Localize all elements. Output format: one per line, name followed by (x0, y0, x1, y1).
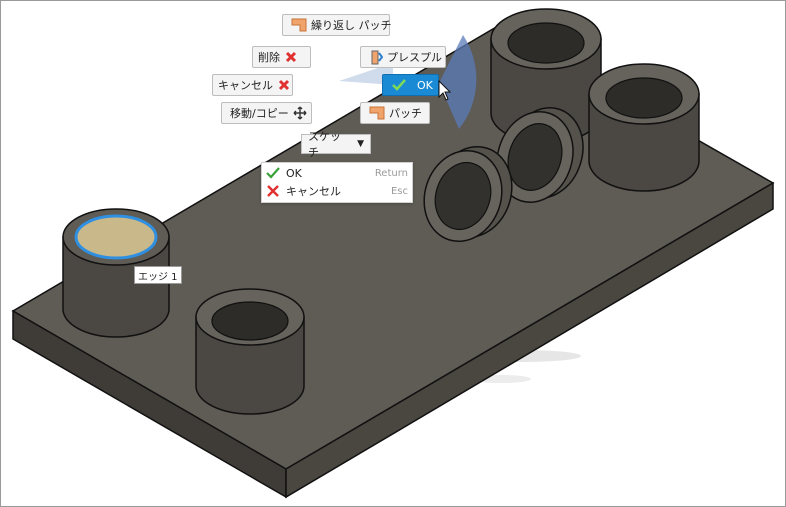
shortcut-cancel-label: キャンセル (286, 185, 341, 198)
delete-button[interactable]: 削除 (252, 46, 311, 68)
move-icon (293, 106, 307, 120)
checkmark-icon (266, 167, 280, 179)
selected-face[interactable] (74, 214, 158, 260)
press-pull-button[interactable]: プレスプル (360, 46, 446, 68)
cancel-label: キャンセル (218, 79, 273, 92)
caret-down-icon: ▼ (357, 139, 364, 149)
sketch-dropdown-label: スケッチ (308, 130, 341, 159)
close-icon (277, 78, 291, 92)
sketch-dropdown[interactable]: スケッチ ▼ (301, 130, 371, 159)
shortcut-ok[interactable]: OK Return (262, 164, 412, 182)
close-icon (266, 185, 280, 197)
shortcut-cancel-key: Esc (390, 185, 408, 197)
press-pull-icon (369, 49, 383, 65)
selection-tooltip: エッジ 1 (134, 266, 182, 284)
canvas-viewport[interactable]: 繰り返し パッチ 削除 プレスプル キャンセル OK 移動/コピー パッチ スケ… (0, 0, 786, 507)
delete-label: 削除 (258, 51, 280, 64)
ok-label: OK (417, 78, 433, 92)
shortcut-menu: OK Return キャンセル Esc (261, 162, 413, 203)
mouse-cursor-icon (438, 80, 452, 101)
move-copy-button[interactable]: 移動/コピー (221, 102, 312, 124)
shortcut-ok-label: OK (286, 166, 302, 180)
ok-button[interactable]: OK (382, 74, 439, 96)
move-copy-label: 移動/コピー (230, 107, 289, 120)
shortcut-cancel[interactable]: キャンセル Esc (262, 182, 412, 200)
cancel-button[interactable]: キャンセル (212, 74, 293, 96)
patch-icon (369, 106, 385, 120)
repeat-patch-button[interactable]: 繰り返し パッチ (282, 14, 392, 36)
cylinder-front-right[interactable] (195, 288, 305, 415)
selection-tooltip-label: エッジ 1 (138, 271, 178, 283)
patch-icon (291, 18, 307, 32)
cylinder-back-right[interactable] (588, 63, 700, 192)
patch-button[interactable]: パッチ (360, 102, 430, 124)
patch-label: パッチ (389, 107, 422, 120)
close-icon (284, 50, 298, 64)
checkmark-icon (391, 78, 407, 92)
shortcut-ok-key: Return (374, 167, 408, 179)
press-pull-label: プレスプル (387, 51, 442, 64)
repeat-patch-label: 繰り返し パッチ (311, 19, 392, 32)
